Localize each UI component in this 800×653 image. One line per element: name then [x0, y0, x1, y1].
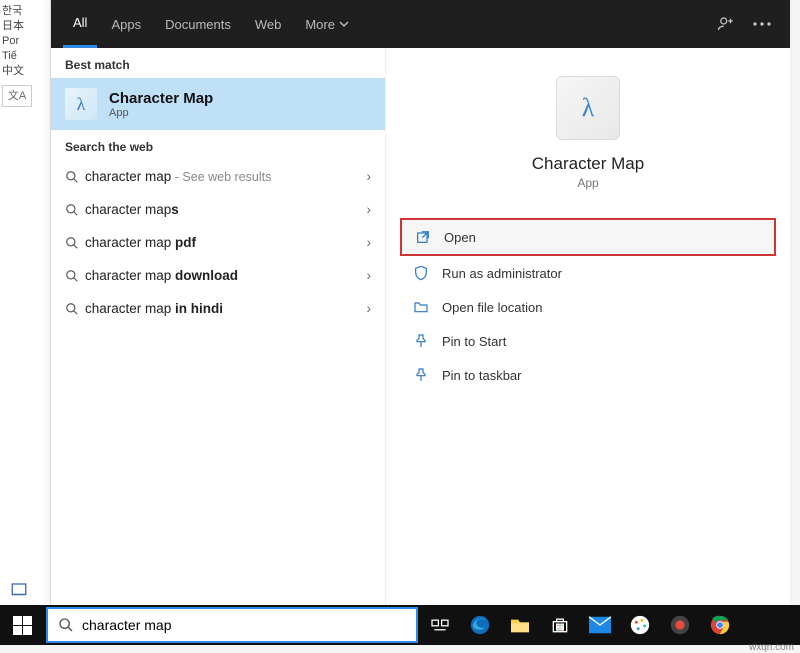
chrome-icon[interactable]	[700, 605, 740, 645]
file-explorer-icon[interactable]	[500, 605, 540, 645]
search-input[interactable]	[82, 617, 406, 633]
chevron-right-icon: ›	[367, 235, 372, 250]
windows-logo-icon	[13, 616, 32, 635]
taskbar	[0, 605, 800, 645]
results-list: Best match λ Character Map App Search th…	[51, 48, 386, 605]
tab-apps[interactable]: Apps	[101, 0, 151, 48]
action-run-admin[interactable]: Run as administrator	[400, 256, 776, 290]
mail-icon[interactable]	[580, 605, 620, 645]
search-icon	[58, 617, 74, 633]
shield-icon	[412, 265, 430, 281]
search-icon	[65, 302, 85, 316]
tab-all[interactable]: All	[63, 0, 97, 48]
app-large-icon: λ	[556, 76, 620, 140]
folder-icon	[412, 299, 430, 315]
search-results-panel: All Apps Documents Web More Best match λ…	[50, 0, 790, 605]
tab-documents[interactable]: Documents	[155, 0, 241, 48]
character-map-icon: λ	[65, 88, 97, 120]
pin-icon	[412, 367, 430, 383]
search-icon	[65, 170, 85, 184]
web-result-2[interactable]: character map pdf ›	[51, 226, 385, 259]
chevron-right-icon: ›	[367, 301, 372, 316]
taskbar-search[interactable]	[46, 607, 418, 643]
action-pin-taskbar[interactable]: Pin to taskbar	[400, 358, 776, 392]
web-result-0[interactable]: character map - See web results ›	[51, 160, 385, 193]
start-button[interactable]	[0, 605, 44, 645]
open-icon	[414, 229, 432, 245]
search-icon	[65, 236, 85, 250]
best-match-title: Character Map	[109, 90, 213, 107]
chevron-right-icon: ›	[367, 169, 372, 184]
action-file-location[interactable]: Open file location	[400, 290, 776, 324]
more-options-icon[interactable]	[746, 8, 778, 40]
preview-pane: λ Character Map App Open Run as administ…	[386, 48, 790, 605]
search-icon	[65, 203, 85, 217]
chevron-right-icon: ›	[367, 268, 372, 283]
pin-icon	[412, 333, 430, 349]
app-icon[interactable]	[660, 605, 700, 645]
best-match-header: Best match	[51, 48, 385, 78]
store-icon[interactable]	[540, 605, 580, 645]
chevron-right-icon: ›	[367, 202, 372, 217]
best-match-subtitle: App	[109, 107, 213, 119]
filter-tabs: All Apps Documents Web More	[51, 0, 790, 48]
web-result-4[interactable]: character map in hindi ›	[51, 292, 385, 325]
preview-title: Character Map	[400, 154, 776, 174]
web-result-3[interactable]: character map download ›	[51, 259, 385, 292]
edge-icon[interactable]	[460, 605, 500, 645]
action-pin-start[interactable]: Pin to Start	[400, 324, 776, 358]
watermark: wxqn.com	[749, 642, 794, 653]
background-text: 한국 日本 Por Tiế 中文 文A	[0, 0, 50, 605]
tray-icon[interactable]	[10, 581, 28, 599]
tab-web[interactable]: Web	[245, 0, 292, 48]
feedback-icon[interactable]	[710, 8, 742, 40]
web-result-1[interactable]: character maps ›	[51, 193, 385, 226]
action-open[interactable]: Open	[400, 218, 776, 256]
preview-subtitle: App	[400, 176, 776, 190]
tab-more[interactable]: More	[295, 0, 359, 48]
paint-icon[interactable]	[620, 605, 660, 645]
search-icon	[65, 269, 85, 283]
task-view-icon[interactable]	[420, 605, 460, 645]
best-match-item[interactable]: λ Character Map App	[51, 78, 385, 130]
search-web-header: Search the web	[51, 130, 385, 160]
translate-icon: 文A	[2, 85, 32, 107]
